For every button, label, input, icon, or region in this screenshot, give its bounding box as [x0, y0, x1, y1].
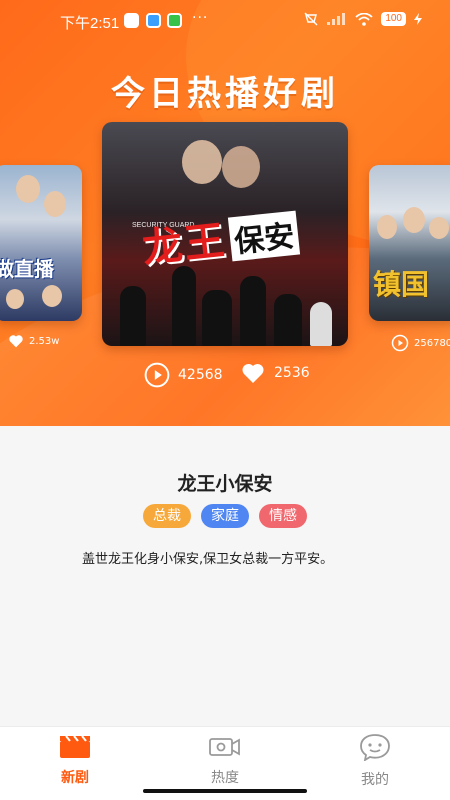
poster-face — [16, 175, 40, 203]
poster-figure — [172, 266, 196, 346]
notification-app-icon — [146, 13, 161, 28]
tag-family[interactable]: 家庭 — [201, 504, 249, 528]
tag-ceo[interactable]: 总裁 — [143, 504, 191, 528]
nav-item-heat[interactable]: 热度 — [175, 733, 275, 787]
status-indicators: 100 — [303, 12, 422, 26]
poster-center[interactable]: SECURITY GUARD 龙王 保安 — [102, 122, 348, 346]
poster-face — [42, 285, 62, 307]
home-indicator[interactable] — [143, 789, 307, 793]
status-bar: 下午2:51 ··· 100 — [0, 0, 450, 42]
poster-figure — [240, 276, 266, 346]
nav-label-heat: 热度 — [211, 770, 239, 786]
drama-detail: 龙王小保安 总裁 家庭 情感 盖世龙王化身小保安,保卫女总裁一方平安。 — [0, 426, 450, 726]
poster-face — [429, 217, 449, 239]
nav-item-me[interactable]: 我的 — [325, 733, 425, 789]
poster-left-likes: 2.53w — [8, 334, 59, 348]
drama-title: 龙王小保安 — [177, 473, 273, 495]
tag-romance[interactable]: 情感 — [259, 504, 307, 528]
charging-icon — [414, 13, 422, 25]
poster-face — [377, 215, 397, 239]
hero-banner: 下午2:51 ··· 100 今日热播好剧 做直播 SECURITY GUARD… — [0, 0, 450, 426]
drama-description: 盖世龙王化身小保安,保卫女总裁一方平安。 — [82, 552, 334, 567]
poster-figure — [120, 286, 146, 346]
like-count: 2536 — [240, 362, 310, 384]
poster-figure — [310, 302, 332, 346]
video-camera-icon — [209, 738, 240, 756]
notification-app-icon — [124, 13, 139, 28]
poster-right[interactable]: 镇国 — [369, 165, 450, 321]
heart-icon — [242, 363, 264, 383]
poster-face — [6, 289, 24, 309]
nav-label-new: 新剧 — [61, 770, 89, 786]
notification-app-icon — [167, 13, 182, 28]
battery-icon: 100 — [381, 12, 406, 26]
drama-tags: 总裁 家庭 情感 — [0, 504, 450, 528]
poster-figure — [202, 290, 232, 346]
nav-label-me: 我的 — [361, 772, 389, 788]
play-circle-icon — [144, 362, 170, 388]
more-notifications-icon: ··· — [192, 10, 209, 26]
wifi-icon — [355, 12, 373, 26]
poster-right-title: 镇国 — [373, 268, 430, 301]
poster-figures — [102, 246, 348, 346]
heart-icon — [9, 335, 23, 348]
poster-right-plays: 256780 — [391, 334, 450, 352]
poster-left-likes-count: 2.53w — [29, 335, 60, 347]
play-count: 42568 — [144, 362, 223, 388]
poster-face — [182, 140, 222, 184]
poster-right-plays-count: 256780 — [414, 337, 450, 349]
play-circle-icon — [391, 334, 409, 352]
status-time: 下午2:51 — [60, 15, 120, 32]
hero-title: 今日热播好剧 — [111, 74, 339, 114]
poster-left-title: 做直播 — [0, 257, 54, 281]
like-count-value: 2536 — [274, 365, 310, 381]
poster-face — [44, 191, 66, 217]
nav-item-new[interactable]: 新剧 — [25, 733, 125, 787]
poster-figure — [274, 294, 302, 346]
poster-left[interactable]: 做直播 — [0, 165, 82, 321]
signal-icon — [327, 13, 346, 25]
play-count-value: 42568 — [178, 367, 223, 383]
poster-face — [403, 207, 425, 233]
poster-face — [222, 146, 260, 188]
mute-icon — [304, 12, 318, 26]
chat-smile-icon — [360, 734, 390, 762]
clapperboard-icon — [60, 735, 90, 758]
